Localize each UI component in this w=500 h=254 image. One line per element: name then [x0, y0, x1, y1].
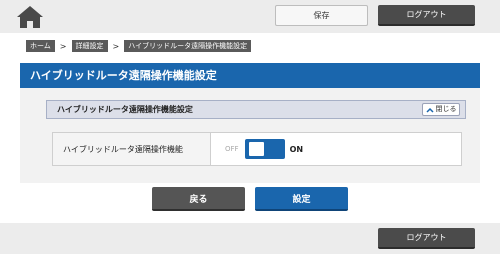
page-title: ハイブリッドルータ遠隔操作機能設定: [20, 63, 480, 88]
home-icon: [17, 6, 43, 28]
breadcrumb: ホーム > 詳細設定 > ハイブリッドルータ遠隔操作機能設定: [26, 40, 252, 52]
home-button[interactable]: [16, 5, 44, 29]
setting-label: ハイブリッドルータ遠隔操作機能: [53, 133, 211, 165]
setting-row: ハイブリッドルータ遠隔操作機能 OFF ON: [52, 132, 462, 166]
chevron-up-icon: [425, 107, 434, 113]
setting-value: OFF ON: [211, 133, 461, 165]
toggle-off-label: OFF: [225, 145, 239, 153]
remote-control-toggle[interactable]: [244, 139, 285, 159]
bottom-bar: ログアウト: [0, 223, 500, 254]
collapse-button[interactable]: 閉じる: [422, 103, 460, 116]
apply-button[interactable]: 設定: [255, 187, 348, 211]
top-bar: 保存 ログアウト: [0, 0, 500, 33]
breadcrumb-separator: >: [59, 41, 67, 51]
breadcrumb-home[interactable]: ホーム: [26, 40, 55, 52]
section-header: ハイブリッドルータ遠隔操作機能設定 閉じる: [46, 100, 466, 119]
breadcrumb-current-page: ハイブリッドルータ遠隔操作機能設定: [124, 40, 252, 52]
section-title: ハイブリッドルータ遠隔操作機能設定: [57, 105, 193, 114]
toggle-on-label: ON: [289, 144, 304, 154]
save-button[interactable]: 保存: [275, 5, 368, 26]
logout-button[interactable]: ログアウト: [378, 5, 475, 26]
settings-panel: ハイブリッドルータ遠隔操作機能設定 閉じる ハイブリッドルータ遠隔操作機能 OF…: [20, 88, 480, 183]
breadcrumb-advanced-settings[interactable]: 詳細設定: [71, 40, 108, 52]
toggle-knob: [248, 142, 264, 156]
breadcrumb-separator: >: [112, 41, 120, 51]
collapse-label: 閉じる: [435, 105, 457, 113]
back-button[interactable]: 戻る: [152, 187, 245, 211]
footer-logout-button[interactable]: ログアウト: [378, 228, 475, 249]
